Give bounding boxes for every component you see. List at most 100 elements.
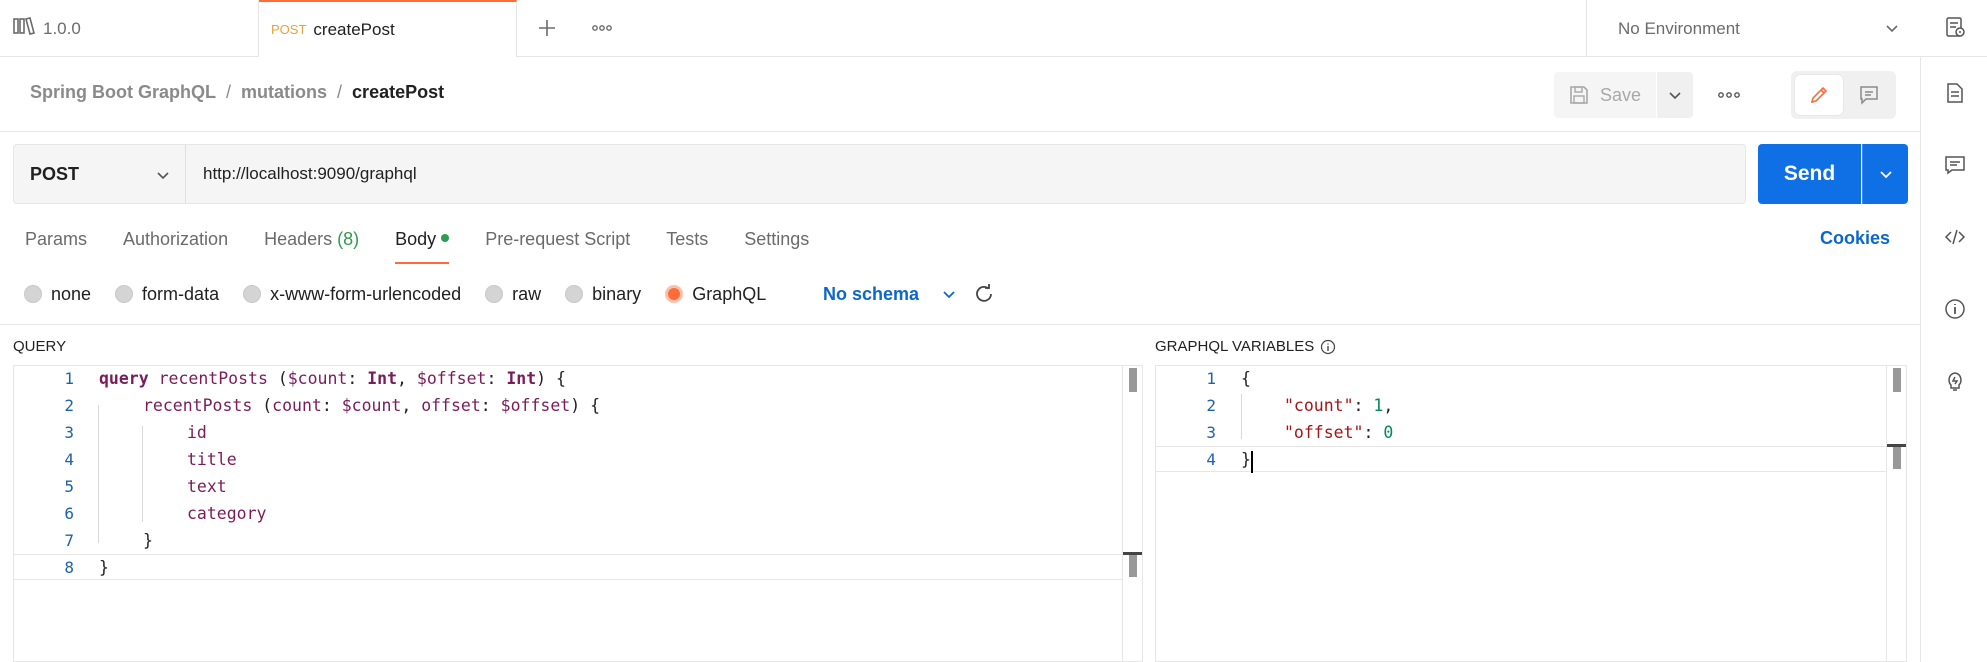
body-type-raw[interactable]: raw [485,284,541,305]
tab-authorization-label: Authorization [123,229,229,249]
more-horizontal-icon [592,25,612,31]
body-type-graphql-label: GraphQL [692,283,767,304]
body-type-radio-group: none form-data x-www-form-urlencoded raw… [24,282,790,306]
body-type-urlencoded[interactable]: x-www-form-urlencoded [243,284,461,305]
json-line-2: "count": 1, [1284,396,1393,415]
plus-icon [539,20,555,36]
code-token: , [1383,396,1394,415]
environment-quicklook-icon[interactable] [1943,15,1967,39]
breadcrumb-collection[interactable]: Spring Boot GraphQL [30,82,216,103]
json-key: "offset" [1284,423,1364,442]
tab-params[interactable]: Params [25,228,87,264]
code-token: $count [287,369,348,388]
tab-settings-label: Settings [744,229,810,249]
send-options-button[interactable] [1862,144,1908,204]
code-token: Int [367,369,398,388]
code-line-7: } [143,531,153,550]
chevron-down-icon [157,172,169,180]
tab-prerequest-label: Pre-request Script [485,229,631,249]
tab-settings[interactable]: Settings [744,228,809,264]
breadcrumb-folder[interactable]: mutations [241,82,327,103]
code-token: : [347,369,368,388]
save-options-button[interactable] [1657,72,1693,118]
tab-tests[interactable]: Tests [666,228,708,264]
line-number: 1 [1206,369,1216,388]
query-editor[interactable]: 1 2 3 4 5 6 7 8 query recentPosts ($coun… [13,365,1143,662]
variables-editor[interactable]: 1 2 3 4 { "count": 1, "offset": 0 } [1155,365,1907,662]
code-icon[interactable] [1943,225,1967,249]
tab-body-label: Body [395,229,437,249]
tab-tests-label: Tests [666,229,709,249]
url-input[interactable]: http://localhost:9090/graphql [186,144,1746,204]
code-token: : [480,396,501,415]
edit-mode-button[interactable] [1795,75,1843,115]
tab-headers[interactable]: Headers (8) [264,228,359,264]
comments-icon[interactable] [1943,153,1967,177]
body-indicator-dot [441,234,450,242]
code-token: , [401,396,422,415]
json-line-4: } [1241,450,1251,469]
more-tabs-button[interactable] [586,12,618,44]
code-token: : [486,369,507,388]
schema-label: No schema [823,283,920,304]
tab-body[interactable]: Body [395,228,450,264]
scrollbar-thumb[interactable] [1129,368,1137,392]
more-actions-button[interactable] [1712,78,1746,112]
code-token: recentPosts [148,369,278,388]
line-number: 8 [64,558,74,577]
variables-scrollbar[interactable] [1886,366,1906,661]
indent-guide [98,405,99,543]
url-value: http://localhost:9090/graphql [203,164,417,183]
code-token: $count [341,396,402,415]
code-token: count [272,396,322,415]
request-tabs: Params Authorization Headers (8) Body Pr… [25,228,845,264]
comment-mode-button[interactable] [1846,75,1892,115]
query-scrollbar[interactable] [1122,366,1142,661]
lightbulb-icon[interactable] [1943,369,1967,393]
request-tab-createpost[interactable]: POST createPost [259,0,517,57]
scrollbar-thumb[interactable] [1893,368,1901,392]
schema-select[interactable]: No schema [823,282,957,306]
api-version-label: 1.0.0 [43,18,81,38]
info-icon[interactable] [1943,297,1967,321]
collection-icon [13,16,43,41]
code-token: ( [277,369,288,388]
line-number: 7 [64,531,74,550]
breadcrumb-separator: / [226,82,232,102]
code-line-3: id [187,423,207,442]
send-button[interactable]: Send [1758,144,1861,204]
save-button[interactable]: Save [1554,72,1656,118]
body-type-form-data[interactable]: form-data [115,284,219,305]
tab-prerequest-script[interactable]: Pre-request Script [485,228,630,264]
text-cursor [1251,451,1253,473]
code-token: offset [421,396,481,415]
variables-title-label: GRAPHQL VARIABLES [1155,338,1315,355]
http-method-select[interactable]: POST [13,144,186,204]
radio-button-checked [665,285,684,303]
line-number: 3 [64,423,74,442]
radio-button [485,285,504,303]
api-version-tab[interactable]: 1.0.0 [0,0,259,57]
http-method-label: POST [30,163,80,184]
divider [0,324,1920,325]
view-mode-toggle [1791,71,1896,119]
new-tab-button[interactable] [531,12,563,44]
body-type-none[interactable]: none [24,284,91,305]
json-key: "count" [1284,396,1354,415]
body-type-graphql[interactable]: GraphQL [665,284,766,305]
breadcrumb-request[interactable]: createPost [352,82,444,103]
active-line-highlight [14,554,1124,580]
cookies-link[interactable]: Cookies [1820,228,1890,249]
breadcrumb: Spring Boot GraphQL / mutations / create… [30,82,444,103]
body-type-none-label: none [51,283,92,304]
environment-label: No Environment [1618,18,1740,38]
body-type-binary[interactable]: binary [565,284,641,305]
code-line-6: category [187,504,267,523]
info-icon[interactable] [1320,339,1336,355]
line-number: 4 [1206,450,1216,469]
line-number: 5 [64,477,74,496]
environment-select[interactable]: No Environment [1586,0,1920,57]
refresh-icon[interactable] [973,283,995,305]
documentation-icon[interactable] [1943,81,1967,105]
tab-authorization[interactable]: Authorization [123,228,228,264]
